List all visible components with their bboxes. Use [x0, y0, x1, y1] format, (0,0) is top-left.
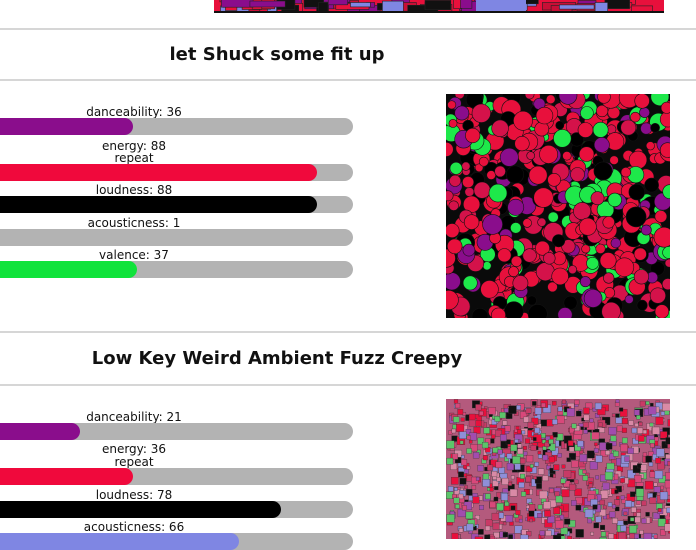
feature-label: loudness: 88 [0, 184, 268, 196]
feature-label: valence: 37 [0, 249, 268, 261]
divider [0, 384, 696, 386]
feature-track [0, 468, 353, 485]
playlist-title: let Shuck some fit up [0, 44, 554, 65]
feature-fill [0, 261, 137, 278]
feature-label: danceability: 36 [0, 106, 268, 118]
feature-track [0, 261, 353, 278]
feature-track [0, 229, 353, 246]
feature-track [0, 196, 353, 213]
repeat-label: repeat [0, 456, 268, 468]
divider [0, 28, 696, 30]
feature-fill [0, 118, 133, 135]
playlist-cover-art[interactable] [446, 399, 670, 539]
feature-track [0, 164, 353, 181]
divider [0, 331, 696, 333]
feature-fill [0, 533, 239, 550]
feature-track [0, 501, 353, 518]
divider [0, 79, 696, 81]
feature-fill [0, 501, 281, 518]
feature-track [0, 423, 353, 440]
feature-label: acousticness: 66 [0, 521, 268, 533]
feature-track [0, 118, 353, 135]
feature-label: energy: 36 [0, 443, 268, 455]
feature-label: danceability: 21 [0, 411, 268, 423]
repeat-label: repeat [0, 152, 268, 164]
previous-playlist-cover-art [214, 0, 664, 13]
playlist-cover-art[interactable] [446, 94, 670, 318]
feature-fill [0, 468, 133, 485]
feature-track [0, 533, 353, 550]
feature-fill [0, 423, 80, 440]
feature-fill [0, 196, 317, 213]
feature-label: loudness: 78 [0, 489, 268, 501]
feature-fill [0, 164, 317, 181]
playlist-title: Low Key Weird Ambient Fuzz Creepy [0, 348, 554, 369]
feature-label: acousticness: 1 [0, 217, 268, 229]
